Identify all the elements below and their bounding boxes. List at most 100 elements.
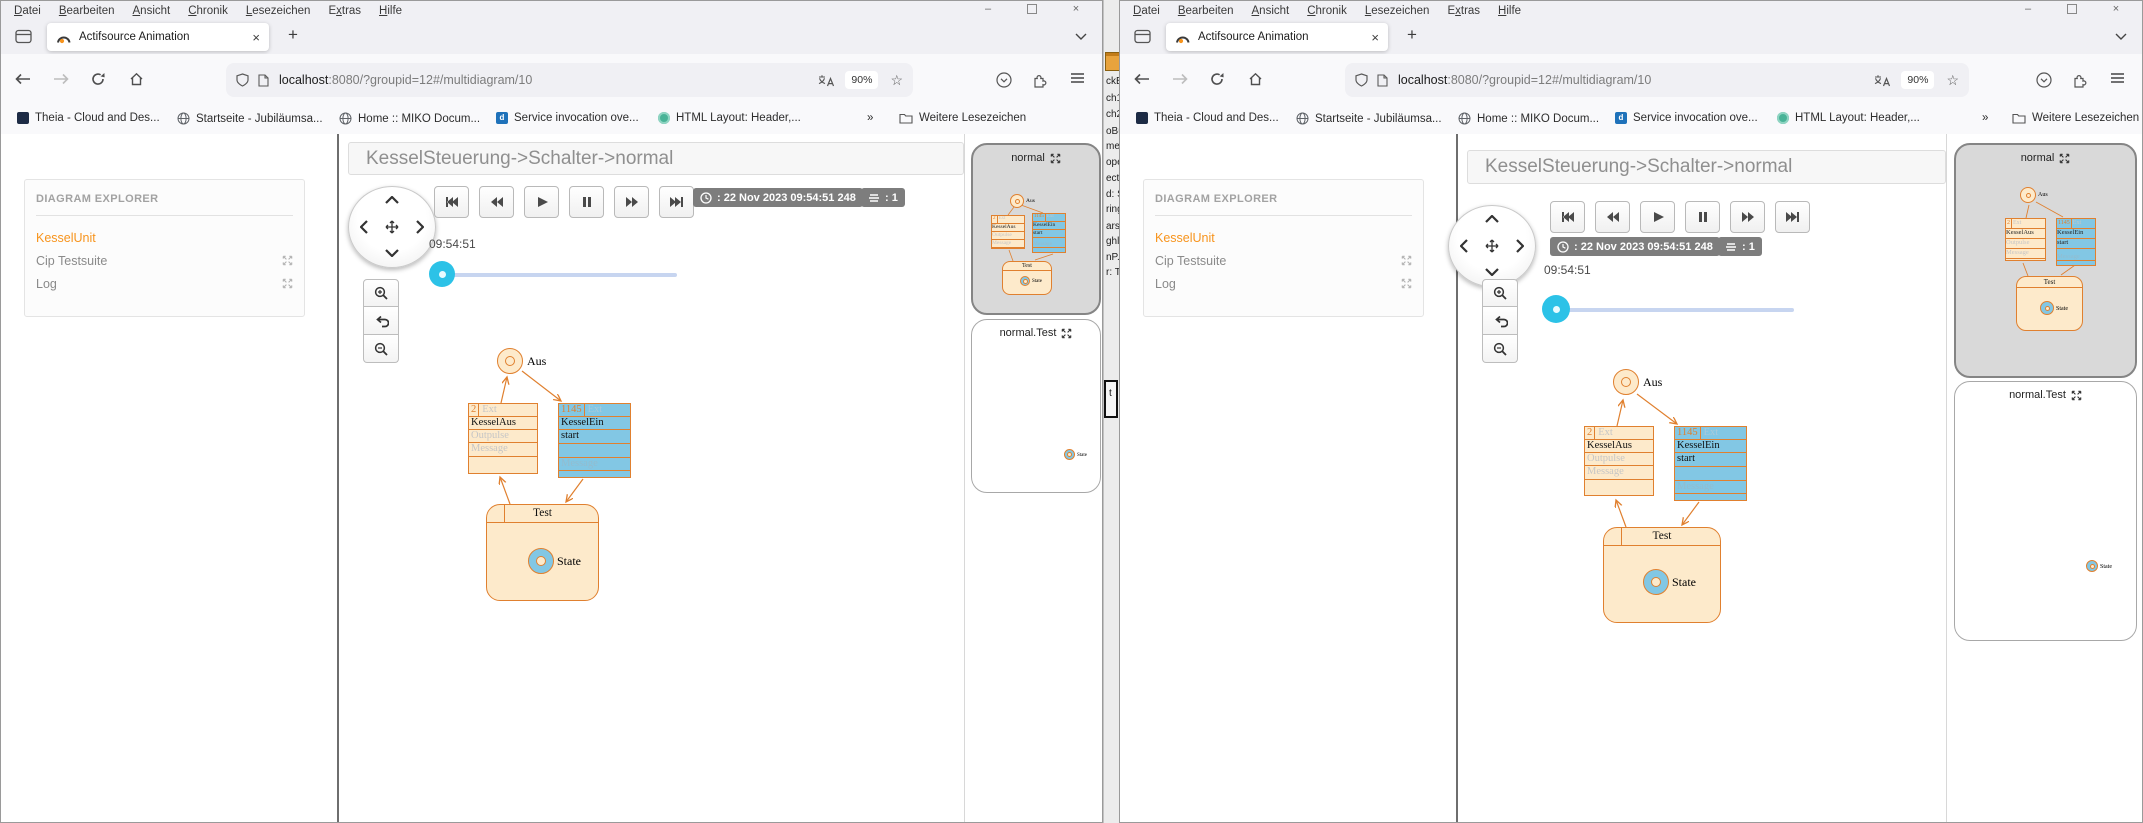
node-aus-circle[interactable]	[497, 348, 523, 374]
background-partial-button[interactable]: t	[1104, 380, 1118, 418]
bookmark-service-invocation[interactable]: d Service invocation ove...	[496, 112, 639, 124]
menu-extras[interactable]: Extras	[1438, 4, 1489, 18]
zoom-out-button[interactable]	[363, 335, 399, 363]
reload-icon[interactable]	[91, 72, 105, 86]
tab-close-icon[interactable]: ×	[1371, 31, 1379, 44]
zoom-in-button[interactable]	[1482, 279, 1518, 307]
shield-icon[interactable]	[236, 73, 249, 87]
fast-forward-button[interactable]	[614, 186, 649, 218]
node-kesselein[interactable]: 1145Ext KesselEin start Message	[1674, 426, 1747, 501]
bookmark-theia[interactable]: Theia - Cloud and Des...	[17, 112, 160, 124]
skip-to-start-button[interactable]	[434, 186, 469, 218]
menu-ansicht[interactable]: Ansicht	[1243, 4, 1299, 18]
skip-to-start-button[interactable]	[1550, 201, 1585, 233]
timeline-track[interactable]	[1556, 308, 1794, 312]
bookmark-miko[interactable]: Home :: MIKO Docum...	[1458, 112, 1599, 125]
reset-view-button[interactable]	[1482, 307, 1518, 335]
tab-actifsource[interactable]: Actifsource Animation ×	[1166, 23, 1388, 51]
expand-icon[interactable]	[282, 255, 293, 266]
node-kesselaus[interactable]: 2Ext KesselAus Outpulse Message	[468, 403, 538, 474]
pocket-icon[interactable]	[996, 72, 1012, 88]
forward-icon[interactable]	[1172, 73, 1188, 85]
explorer-item-cip-testsuite[interactable]: Cip Testsuite	[1144, 249, 1423, 272]
play-button[interactable]	[524, 186, 559, 218]
zoom-level-badge[interactable]: 90%	[845, 71, 878, 89]
bookmark-theia[interactable]: Theia - Cloud and Des...	[1136, 112, 1279, 124]
explorer-item-log[interactable]: Log	[25, 272, 304, 295]
expand-icon[interactable]	[1401, 278, 1412, 289]
pan-left-icon[interactable]	[360, 220, 368, 234]
new-tab-button[interactable]: +	[1407, 25, 1417, 45]
menu-bearbeiten[interactable]: Bearbeiten	[50, 4, 124, 18]
node-kesselaus[interactable]: 2Ext KesselAus Outpulse Message	[1584, 426, 1654, 496]
tab-close-icon[interactable]: ×	[252, 31, 260, 44]
reset-view-button[interactable]	[363, 307, 399, 335]
close-window-button[interactable]: ×	[2094, 1, 2138, 18]
forward-icon[interactable]	[53, 73, 69, 85]
menu-lesezeichen[interactable]: Lesezeichen	[1356, 4, 1439, 18]
skip-to-end-button[interactable]	[659, 186, 694, 218]
node-state-circle[interactable]	[528, 548, 554, 574]
menu-datei[interactable]: Datei	[5, 4, 50, 18]
bookmarks-overflow-chevron-icon[interactable]: »	[1982, 112, 1988, 124]
expand-icon[interactable]	[282, 278, 293, 289]
page-info-icon[interactable]	[258, 74, 269, 87]
bookmark-startseite[interactable]: Startseite - Jubiläumsa...	[1296, 112, 1442, 125]
menu-hilfe[interactable]: Hilfe	[370, 4, 411, 18]
thumbnail-normal-test[interactable]: normal.Test State	[1954, 381, 2137, 641]
home-icon[interactable]	[1248, 72, 1263, 86]
node-kesselein[interactable]: 1145Ext KesselEin start Message	[558, 403, 631, 478]
hamburger-menu-icon[interactable]	[2110, 72, 2125, 84]
pan-right-icon[interactable]	[416, 220, 424, 234]
bookmark-star-icon[interactable]: ☆	[1946, 72, 1959, 89]
menu-chronik[interactable]: Chronik	[1298, 4, 1356, 18]
expand-icon[interactable]	[1061, 328, 1072, 339]
minimize-button[interactable]: –	[966, 1, 1010, 18]
list-tabs-chevron-icon[interactable]	[1075, 33, 1087, 40]
firefox-view-icon[interactable]	[15, 29, 32, 44]
menu-ansicht[interactable]: Ansicht	[124, 4, 180, 18]
timeline-slider-knob[interactable]	[1542, 295, 1570, 323]
expand-icon[interactable]	[1401, 255, 1412, 266]
pan-up-icon[interactable]	[1485, 215, 1499, 223]
firefox-view-icon[interactable]	[1134, 29, 1151, 44]
menu-hilfe[interactable]: Hilfe	[1489, 4, 1530, 18]
pause-button[interactable]	[1685, 201, 1720, 233]
shield-icon[interactable]	[1355, 73, 1368, 87]
explorer-item-cip-testsuite[interactable]: Cip Testsuite	[25, 249, 304, 272]
menu-bearbeiten[interactable]: Bearbeiten	[1169, 4, 1243, 18]
skip-to-end-button[interactable]	[1775, 201, 1810, 233]
translate-icon[interactable]	[818, 74, 835, 87]
bookmark-miko[interactable]: Home :: MIKO Docum...	[339, 112, 480, 125]
center-view-icon[interactable]	[1484, 238, 1500, 254]
timeline-track[interactable]	[442, 273, 677, 277]
play-button[interactable]	[1640, 201, 1675, 233]
explorer-item-kesselunit[interactable]: KesselUnit	[25, 226, 304, 249]
pocket-icon[interactable]	[2036, 72, 2052, 88]
fast-forward-button[interactable]	[1730, 201, 1765, 233]
bookmark-star-icon[interactable]: ☆	[890, 72, 903, 89]
url-bar[interactable]: localhost:8080/?groupid=12#/multidiagram…	[226, 63, 913, 97]
menu-datei[interactable]: Datei	[1124, 4, 1169, 18]
bookmark-startseite[interactable]: Startseite - Jubiläumsa...	[177, 112, 323, 125]
page-info-icon[interactable]	[1377, 74, 1388, 87]
zoom-level-badge[interactable]: 90%	[1901, 71, 1934, 89]
maximize-button[interactable]	[2050, 1, 2094, 18]
pause-button[interactable]	[569, 186, 604, 218]
menu-chronik[interactable]: Chronik	[179, 4, 237, 18]
expand-icon[interactable]	[2071, 390, 2082, 401]
explorer-item-kesselunit[interactable]: KesselUnit	[1144, 226, 1423, 249]
thumbnail-normal[interactable]: normal Aus 2Ext KesselAus Outpulse Messa…	[971, 143, 1101, 315]
menu-extras[interactable]: Extras	[319, 4, 370, 18]
more-bookmarks-folder[interactable]: Weitere Lesezeichen	[2012, 112, 2139, 124]
tab-actifsource[interactable]: Actifsource Animation ×	[47, 23, 269, 51]
bookmarks-overflow-chevron-icon[interactable]: »	[867, 112, 873, 124]
rewind-button[interactable]	[1595, 201, 1630, 233]
pan-right-icon[interactable]	[1516, 239, 1524, 253]
center-view-icon[interactable]	[384, 219, 400, 235]
pan-down-icon[interactable]	[385, 249, 399, 257]
hamburger-menu-icon[interactable]	[1070, 72, 1085, 84]
list-tabs-chevron-icon[interactable]	[2115, 33, 2127, 40]
url-bar[interactable]: localhost:8080/?groupid=12#/multidiagram…	[1345, 63, 1969, 97]
rewind-button[interactable]	[479, 186, 514, 218]
